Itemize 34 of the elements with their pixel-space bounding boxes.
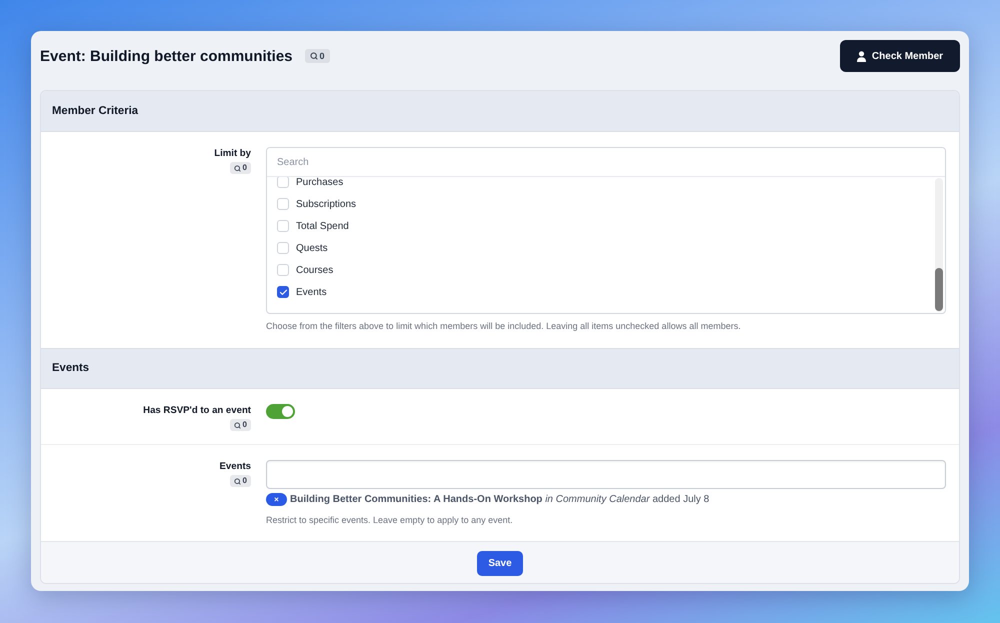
- section-title: Events: [52, 361, 90, 376]
- section-title: Member Criteria: [52, 104, 138, 119]
- search-count-badge[interactable]: 0: [304, 49, 330, 63]
- search-icon: [310, 52, 318, 60]
- search-icon: [234, 164, 241, 172]
- page-title: Event: Building better communities: [40, 48, 293, 64]
- toggle-switch[interactable]: [266, 404, 295, 419]
- save-button[interactable]: Save: [477, 551, 523, 576]
- scrollbar-track[interactable]: [935, 178, 943, 312]
- user-icon: [856, 50, 866, 62]
- checkmark-icon: [278, 288, 288, 296]
- field-label: Events: [220, 460, 251, 474]
- selected-event: Building Better Communities: A Hands-On Workshop in Community Calendar added July 8: [290, 493, 710, 506]
- option-label[interactable]: Subscriptions: [296, 198, 356, 210]
- search-count-badge[interactable]: 0: [230, 419, 251, 431]
- option-label[interactable]: Total Spend: [296, 220, 349, 232]
- field-label: Has RSVP'd to an event: [143, 404, 251, 418]
- search-count-badge[interactable]: 0: [230, 475, 251, 487]
- search-count-badge[interactable]: 0: [230, 162, 251, 174]
- search-icon: [234, 422, 241, 428]
- option-label[interactable]: Purchases: [296, 177, 344, 188]
- option-label[interactable]: Courses: [296, 264, 334, 276]
- option-label[interactable]: Events: [296, 286, 327, 298]
- search-icon: [234, 478, 241, 484]
- scrollbar-thumb[interactable]: [935, 268, 943, 311]
- remove-button[interactable]: ×: [266, 493, 287, 506]
- field-label: Limit by: [214, 147, 251, 161]
- option-label[interactable]: Quests: [296, 242, 328, 254]
- checkbox[interactable]: [277, 286, 289, 298]
- input-field[interactable]: [266, 460, 946, 489]
- help-text: Restrict to specific events. Leave empty to apply to any event.: [266, 514, 514, 526]
- search-field[interactable]: Search: [267, 148, 945, 177]
- check-member-button[interactable]: Check Member: [840, 40, 960, 72]
- help-text: Choose from the filters above to limit which members will be included. Leaving all items unchecked allows all members.: [266, 320, 742, 332]
